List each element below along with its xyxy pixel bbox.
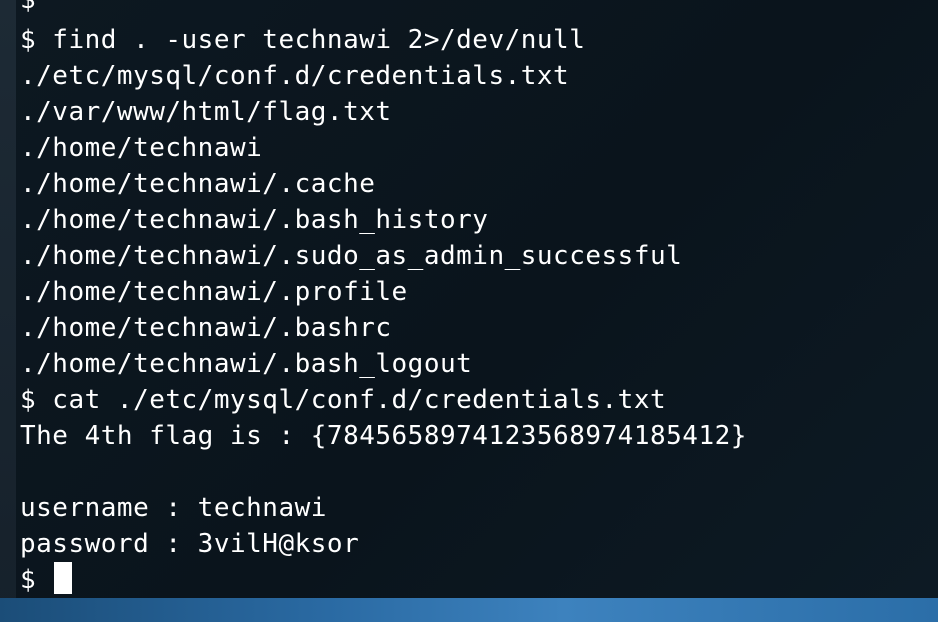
terminal-line: ./home/technawi/.bash_history [20, 202, 488, 238]
terminal-line-text: password : 3vilH@ksor [20, 529, 360, 559]
terminal-line: password : 3vilH@ksor [20, 526, 359, 562]
terminal-line-text: ./home/technawi/.sudo_as_admin_successfu… [20, 241, 683, 271]
terminal-line: ./home/technawi [20, 130, 262, 166]
text-cursor [54, 562, 73, 594]
terminal-line-text: username : technawi [20, 493, 327, 523]
terminal-line-text: ./home/technawi [20, 133, 263, 163]
terminal-window[interactable]: $ $ find . -user technawi 2>/dev/null ./… [16, 0, 938, 598]
prompt-symbol: $ [20, 565, 53, 595]
terminal-line: ./var/www/html/flag.txt [20, 94, 392, 130]
terminal-line: $ find . -user technawi 2>/dev/null [20, 22, 585, 58]
terminal-line-text: The 4th flag is : {784565897412356897418… [20, 421, 747, 451]
desktop-left-edge [0, 0, 16, 622]
terminal-line-text: ./etc/mysql/conf.d/credentials.txt [20, 61, 570, 91]
screen: $ $ find . -user technawi 2>/dev/null ./… [0, 0, 938, 622]
desktop-background [0, 598, 938, 622]
terminal-line: ./home/technawi/.cache [20, 166, 375, 202]
terminal-line: $ [20, 0, 36, 18]
terminal-line-text: $ find . -user technawi 2>/dev/null [20, 25, 586, 55]
terminal-line-text: ./home/technawi/.bashrc [20, 313, 392, 343]
terminal-line-text: $ [20, 0, 37, 15]
terminal-line-text: ./var/www/html/flag.txt [20, 97, 392, 127]
terminal-line: The 4th flag is : {784565897412356897418… [20, 418, 747, 454]
terminal-line-text: $ cat ./etc/mysql/conf.d/credentials.txt [20, 385, 667, 415]
terminal-line-text: ./home/technawi/.bash_logout [20, 349, 473, 379]
terminal-line-text: ./home/technawi/.cache [20, 169, 376, 199]
terminal-line: ./etc/mysql/conf.d/credentials.txt [20, 58, 569, 94]
terminal-line-text: ./home/technawi/.bash_history [20, 205, 489, 235]
terminal-line: ./home/technawi/.bash_logout [20, 346, 472, 382]
terminal-line: ./home/technawi/.profile [20, 274, 408, 310]
terminal-line: username : technawi [20, 490, 327, 526]
terminal-line: $ cat ./etc/mysql/conf.d/credentials.txt [20, 382, 666, 418]
terminal-line-text: ./home/technawi/.profile [20, 277, 408, 307]
terminal-line: ./home/technawi/.bashrc [20, 310, 392, 346]
terminal-prompt-line[interactable]: $ [20, 562, 73, 598]
terminal-line: ./home/technawi/.sudo_as_admin_successfu… [20, 238, 682, 274]
